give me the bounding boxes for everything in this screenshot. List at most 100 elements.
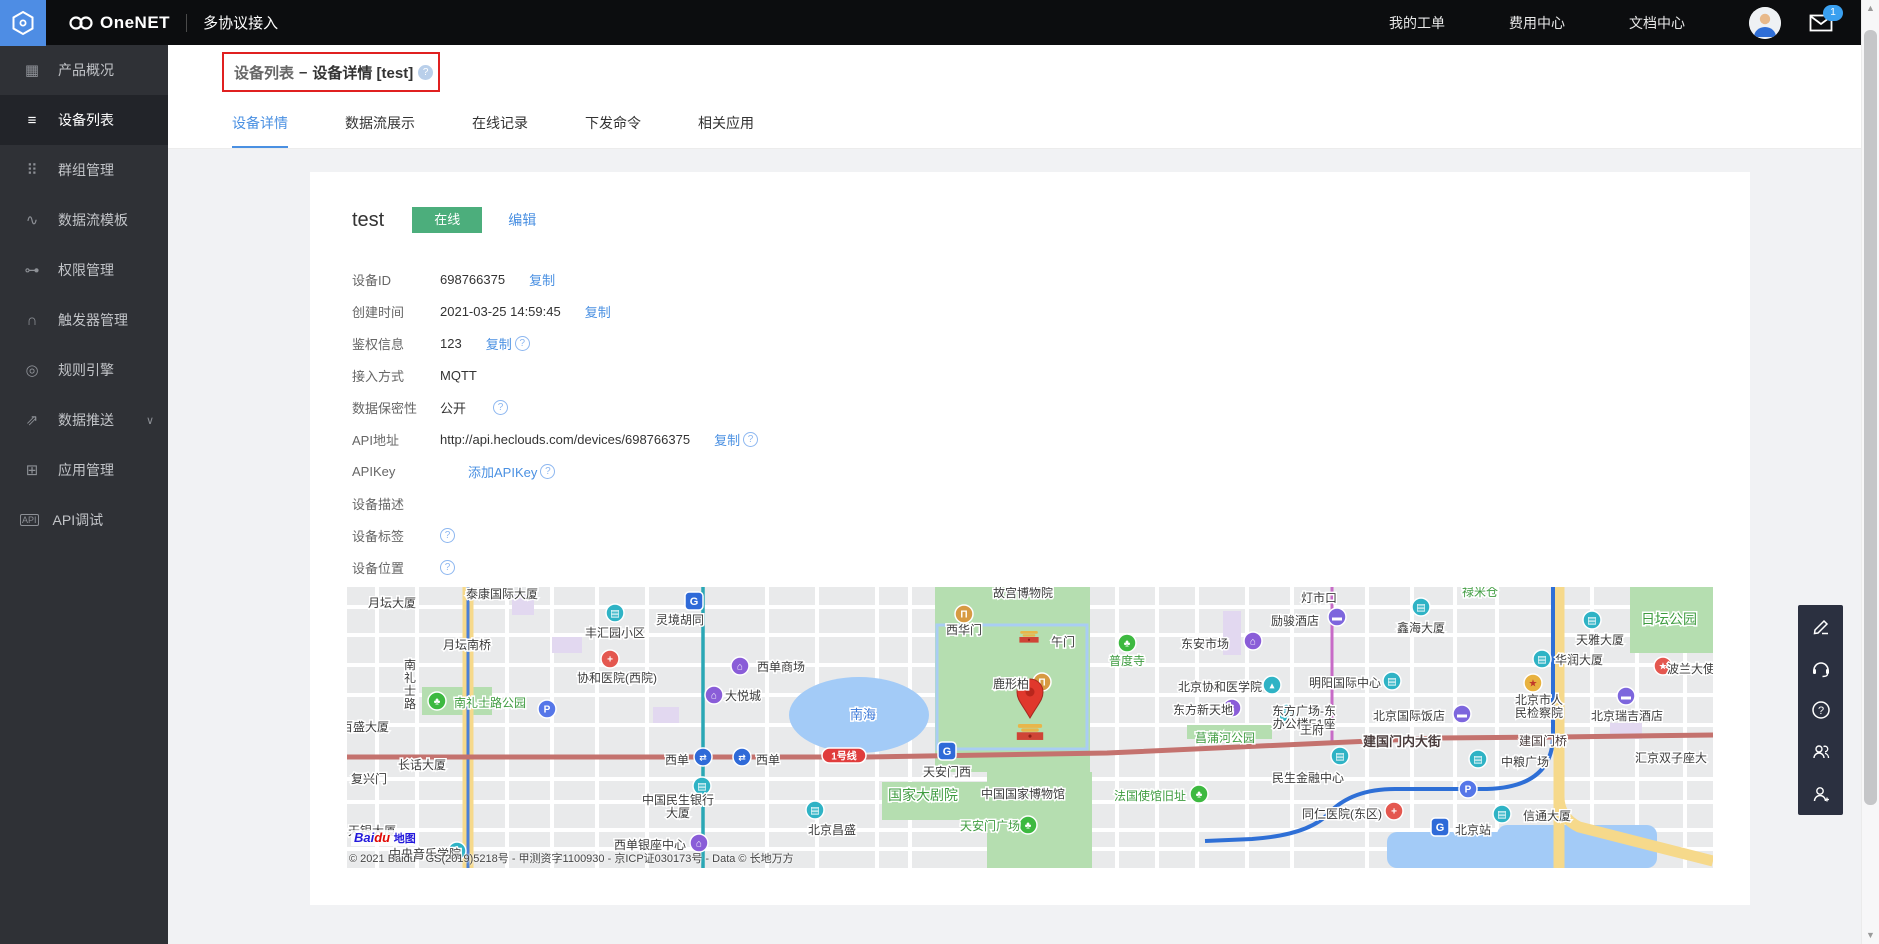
tab-2[interactable]: 在线记录 — [472, 99, 528, 148]
action-link[interactable]: 添加APIKey — [468, 462, 537, 481]
user-avatar[interactable] — [1749, 7, 1781, 39]
svg-text:P: P — [1465, 785, 1472, 796]
brand-logo[interactable]: OneNET — [68, 13, 170, 33]
sidebar-item-push[interactable]: ⇗数据推送∨ — [0, 395, 168, 445]
map-poi-building-icon: ▤ — [606, 604, 624, 622]
field-label: 鉴权信息 — [352, 334, 440, 353]
tab-0[interactable]: 设备详情 — [232, 99, 288, 148]
map-label: 南海 — [850, 707, 876, 722]
app-logo[interactable] — [0, 0, 46, 46]
help-icon[interactable]: ? — [440, 528, 455, 543]
map-label: 天安门西 — [923, 764, 971, 779]
svg-text:G: G — [690, 596, 699, 608]
sidebar-item-group-grid[interactable]: ⠿群组管理 — [0, 145, 168, 195]
svg-text:♣: ♣ — [434, 697, 441, 708]
message-count-badge: 1 — [1823, 5, 1843, 21]
feedback-pencil-button[interactable] — [1798, 605, 1843, 647]
svg-text:▤: ▤ — [697, 782, 706, 793]
tab-3[interactable]: 下发命令 — [585, 99, 641, 148]
field-label: 设备描述 — [352, 494, 440, 513]
messages-button[interactable]: 1 — [1809, 13, 1833, 33]
map-label: 同仁医院(东区) — [1302, 807, 1382, 821]
svg-text:♣: ♣ — [1196, 790, 1203, 801]
help-icon[interactable]: ? — [515, 336, 530, 351]
field-label: API地址 — [352, 430, 440, 449]
map-label: 大厦 — [666, 806, 690, 820]
sidebar-item-api[interactable]: APIAPI调试 — [0, 495, 168, 545]
map-label: 明阳国际中心 — [1309, 675, 1381, 690]
breadcrumb-parent[interactable]: 设备列表 — [234, 62, 294, 83]
map-label: 灯市口 — [1301, 590, 1337, 605]
scroll-up-arrow[interactable]: ▲ — [1862, 0, 1879, 17]
field-value: 123 — [440, 336, 462, 351]
scrollbar-thumb[interactable] — [1864, 30, 1877, 805]
sidebar-item-apps[interactable]: ⊞应用管理 — [0, 445, 168, 495]
copy-link[interactable]: 复制 — [714, 430, 740, 449]
device-detail-card: test 在线 编辑 设备ID698766375复制创建时间2021-03-25… — [310, 172, 1750, 905]
vertical-scrollbar[interactable]: ▲ ▼ — [1861, 0, 1879, 944]
help-icon[interactable]: ? — [540, 464, 555, 479]
map-label: 复兴门 — [351, 771, 387, 786]
sidebar-item-cube[interactable]: ▦产品概况 — [0, 45, 168, 95]
sidebar-item-trigger[interactable]: ∩触发器管理 — [0, 295, 168, 345]
sidebar-item-datastream[interactable]: ∿数据流模板 — [0, 195, 168, 245]
map-label: 民检察院 — [1515, 705, 1563, 720]
svg-text:⌂: ⌂ — [737, 662, 743, 673]
help-question-button[interactable]: ? — [1798, 689, 1843, 731]
map-label: 西单 — [756, 753, 780, 767]
headset-icon — [1811, 658, 1831, 678]
tab-4[interactable]: 相关应用 — [698, 99, 754, 148]
svg-text:▤: ▤ — [1335, 752, 1344, 763]
chevron-down-icon: ∨ — [146, 414, 154, 427]
sidebar-item-key[interactable]: ⊶权限管理 — [0, 245, 168, 295]
add-user-button[interactable] — [1798, 773, 1843, 815]
svg-text:▤: ▤ — [610, 609, 619, 620]
avatar-person-icon — [1749, 7, 1781, 39]
svg-text:G: G — [1436, 822, 1445, 834]
onenet-rings-icon — [68, 15, 94, 31]
device-name: test — [352, 209, 384, 232]
map-label: 南礼士路公园 — [454, 695, 526, 710]
scroll-down-arrow[interactable]: ▼ — [1862, 927, 1879, 944]
sidebar-item-label: 数据推送 — [58, 410, 114, 430]
svg-text:P: P — [544, 705, 551, 716]
top-nav-link-1[interactable]: 费用中心 — [1509, 13, 1565, 33]
copy-link[interactable]: 复制 — [585, 302, 611, 321]
svg-text:⌂: ⌂ — [1250, 637, 1256, 648]
baidu-map[interactable]: 1号线GGG⇄⇄⌂⌂⌂⌂⌂▬▬▬▤▤▤▤▤▤▤▤▤▤▤♣♣♣♣++PPΠΠ▴▴★… — [347, 587, 1713, 868]
top-nav-link-0[interactable]: 我的工单 — [1389, 13, 1445, 33]
map-poi-park-icon: ♣ — [1190, 785, 1208, 803]
tabs-bar: 设备详情 数据流展示 在线记录 下发命令 相关应用 — [168, 99, 1862, 149]
users-icon — [1811, 742, 1831, 762]
svg-text:?: ? — [1817, 705, 1823, 717]
map-attribution: © 2021 Baidu - GS(2019)5218号 - 甲测资字11009… — [349, 850, 794, 866]
edit-link[interactable]: 编辑 — [508, 210, 536, 230]
map-poi-building-icon: ▤ — [1412, 598, 1430, 616]
help-icon[interactable]: ? — [440, 560, 455, 575]
help-icon[interactable]: ? — [743, 432, 758, 447]
map-label: 禄米仓 — [1462, 587, 1498, 599]
svg-text:⌂: ⌂ — [711, 691, 717, 702]
breadcrumb-bar: 设备列表 – 设备详情 [test] ? — [168, 45, 1862, 100]
map-poi-building-icon: ▤ — [1383, 672, 1401, 690]
top-nav-link-2[interactable]: 文档中心 — [1629, 13, 1685, 33]
tab-1[interactable]: 数据流展示 — [345, 99, 415, 148]
map-poi-building-icon: ▤ — [1469, 750, 1487, 768]
breadcrumb-help-icon[interactable]: ? — [418, 65, 433, 80]
sidebar: ▦产品概况≡设备列表⠿群组管理∿数据流模板⊶权限管理∩触发器管理◎规则引擎⇗数据… — [0, 45, 168, 944]
field-row: 设备描述 — [352, 487, 758, 519]
map-poi-shopping-icon: ⌂ — [705, 686, 723, 704]
copy-link[interactable]: 复制 — [529, 270, 555, 289]
support-headset-button[interactable] — [1798, 647, 1843, 689]
sidebar-item-list[interactable]: ≡设备列表 — [0, 95, 168, 145]
map-label: 中粮广场 — [1501, 754, 1549, 769]
field-label: 设备ID — [352, 270, 440, 289]
sidebar-item-rules[interactable]: ◎规则引擎 — [0, 345, 168, 395]
svg-text:▴: ▴ — [1269, 681, 1274, 692]
community-users-button[interactable] — [1798, 731, 1843, 773]
help-icon[interactable]: ? — [493, 400, 508, 415]
field-value: 2021-03-25 14:59:45 — [440, 304, 561, 319]
copy-link[interactable]: 复制 — [486, 334, 512, 353]
map-label: 菖蒲河公园 — [1195, 731, 1255, 745]
svg-text:+: + — [607, 655, 613, 666]
